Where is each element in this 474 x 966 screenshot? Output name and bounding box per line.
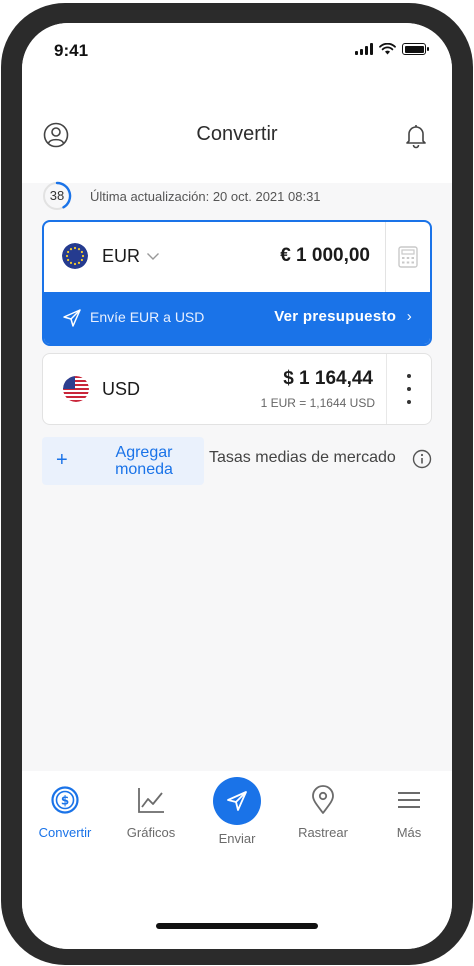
target-amount[interactable]: $ 1 164,44 (283, 368, 373, 390)
mid-market-rates-text: Tasas medias de mercado (209, 449, 396, 466)
menu-icon (398, 792, 420, 808)
nav-bar: Convertir (22, 115, 452, 155)
svg-text:$: $ (61, 794, 69, 808)
base-amount-input[interactable]: € 1 000,00 (280, 245, 370, 267)
target-currency-card[interactable]: USD $ 1 164,44 1 EUR = 1,1644 USD (42, 353, 432, 425)
cellular-signal-icon (355, 43, 373, 55)
bell-icon[interactable] (402, 121, 430, 149)
add-currency-row: + Agregar moneda Tasas medias de mercado (42, 437, 432, 485)
view-quote-label[interactable]: Ver presupuesto (274, 308, 396, 325)
chevron-right-icon: › (406, 308, 412, 325)
tab-label: Más (396, 825, 422, 840)
base-currency-card: EUR € 1 000,00 Envíe EUR a USD Ver presu… (42, 220, 432, 346)
status-time: 9:41 (54, 41, 89, 60)
phone-frame: 9:41 Convertir 38 Última actualización: … (1, 3, 473, 965)
more-options-icon[interactable] (407, 374, 411, 404)
tab-more[interactable]: Más (366, 779, 452, 840)
status-icons (355, 43, 429, 55)
app-screen: 9:41 Convertir 38 Última actualización: … (22, 23, 452, 949)
tab-charts[interactable]: Gráficos (108, 779, 194, 840)
target-currency-code[interactable]: USD (102, 379, 140, 400)
wifi-icon (379, 43, 396, 55)
battery-icon (402, 43, 429, 55)
send-text[interactable]: Envíe EUR a USD (90, 309, 204, 325)
plus-icon: + (56, 449, 68, 471)
paper-plane-icon (63, 309, 81, 327)
tab-label: Enviar (218, 831, 256, 846)
tab-label: Gráficos (126, 825, 176, 840)
divider (386, 354, 387, 424)
refresh-timer: 38 (42, 181, 72, 211)
timer-seconds: 38 (49, 188, 65, 203)
base-currency-code[interactable]: EUR (102, 246, 140, 267)
calculator-icon[interactable] (398, 246, 418, 268)
tab-send[interactable]: Enviar (194, 777, 280, 846)
last-update-text: Última actualización: 20 oct. 2021 08:31 (90, 188, 321, 204)
add-currency-button[interactable]: + Agregar moneda (42, 437, 204, 485)
base-currency-row[interactable]: EUR € 1 000,00 (44, 222, 430, 292)
tab-label: Convertir (38, 825, 92, 840)
exchange-rate-text: 1 EUR = 1,1644 USD (260, 396, 375, 410)
chevron-down-icon[interactable] (146, 249, 160, 263)
send-fab[interactable] (213, 777, 261, 825)
view-quote-link[interactable]: Ver presupuesto › (274, 308, 412, 325)
tab-convert[interactable]: $ Convertir (22, 779, 108, 840)
us-flag-icon (63, 376, 89, 402)
tab-label: Rastrear (298, 825, 348, 840)
paper-plane-icon (227, 791, 247, 811)
eu-flag-icon (62, 243, 88, 269)
location-pin-icon (312, 785, 334, 814)
add-currency-label[interactable]: Agregar moneda (104, 444, 184, 478)
page-title: Convertir (196, 123, 278, 145)
divider (385, 222, 386, 292)
info-icon[interactable] (412, 449, 432, 469)
home-indicator[interactable] (156, 923, 318, 929)
chart-icon (138, 788, 164, 813)
dollar-circle-icon: $ (51, 786, 79, 814)
tab-track[interactable]: Rastrear (280, 779, 366, 840)
last-update-row: 38 Última actualización: 20 oct. 2021 08… (42, 181, 321, 211)
send-money-bar[interactable]: Envíe EUR a USD Ver presupuesto › (44, 292, 430, 344)
